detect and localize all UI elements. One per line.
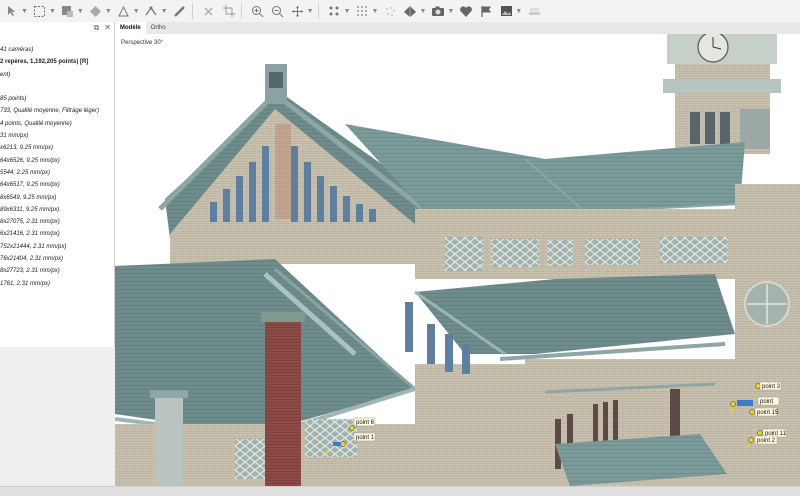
tree-item[interactable]: [0, 81, 114, 93]
move-button[interactable]: ▼: [290, 1, 314, 21]
close-panel-icon[interactable]: ✕: [104, 23, 111, 33]
fill-tool-button[interactable]: ▼: [88, 1, 112, 21]
zoom-in-button[interactable]: [250, 1, 266, 21]
tree-item[interactable]: x6213, 9.25 mm/px): [0, 142, 114, 154]
vertex-icon: [402, 3, 418, 19]
zoom-in-icon: [250, 3, 266, 19]
dense-cloud-button[interactable]: ▼: [355, 1, 379, 21]
dots-grid-icon: [355, 3, 371, 19]
navigation-tool-button[interactable]: ▼: [4, 1, 28, 21]
tree-item[interactable]: 41 caméras): [0, 44, 114, 56]
rect-select-button[interactable]: ▼: [32, 1, 56, 21]
tree-item[interactable]: 8x27075, 2.31 mm/px): [0, 216, 114, 228]
paint-tool-button[interactable]: ▼: [60, 1, 84, 21]
chevron-down-icon[interactable]: ▼: [161, 8, 168, 15]
toolbar-separator: [191, 3, 193, 19]
panel-header: ⧉ ✕: [0, 22, 114, 34]
chevron-down-icon[interactable]: ▼: [344, 8, 351, 15]
chevron-down-icon[interactable]: ▼: [105, 8, 112, 15]
tree-item[interactable]: 733, Qualité moyenne, Filtrage léger): [0, 105, 114, 117]
path-icon: [144, 3, 160, 19]
tree-item[interactable]: 76x21404, 2.31 mm/px): [0, 253, 114, 265]
image-icon: [498, 3, 514, 19]
projection-label: Perspective 30°: [121, 40, 164, 46]
tree-item[interactable]: 8x27723, 2.31 mm/px): [0, 265, 114, 277]
dots-icon: [382, 3, 398, 19]
shapes-button[interactable]: [458, 1, 474, 21]
zoom-out-icon: [270, 3, 286, 19]
paint-icon: [60, 3, 76, 19]
points-view-button[interactable]: ▼: [327, 1, 351, 21]
tree-item[interactable]: 2 repères, 1,192,205 points) [R]: [0, 56, 114, 68]
tree-item[interactable]: 85 points): [0, 93, 114, 105]
tree-item[interactable]: 5544, 2.25 mm/px): [0, 167, 114, 179]
crop-icon: [221, 3, 237, 19]
fill-icon: [88, 3, 104, 19]
cameras-button[interactable]: ▼: [430, 1, 454, 21]
markers-button[interactable]: [478, 1, 494, 21]
float-panel-icon[interactable]: ⧉: [94, 23, 100, 33]
chevron-down-icon[interactable]: ▼: [419, 8, 426, 15]
cursor-icon: [4, 3, 20, 19]
layers-button[interactable]: [526, 1, 542, 21]
chevron-down-icon[interactable]: ▼: [21, 8, 28, 15]
tree-item[interactable]: 64x6526, 9.25 mm/px): [0, 155, 114, 167]
tree-item[interactable]: 6x21416, 2.31 mm/px): [0, 228, 114, 240]
ruler-icon: [172, 3, 188, 19]
tree-item[interactable]: 64x6517, 9.25 mm/px): [0, 179, 114, 191]
tree-item[interactable]: 31 mm/px): [0, 130, 114, 142]
chevron-down-icon[interactable]: ▼: [447, 8, 454, 15]
zoom-out-button[interactable]: [270, 1, 286, 21]
chevron-down-icon[interactable]: ▼: [307, 8, 314, 15]
move-icon: [290, 3, 306, 19]
rect-select-icon: [32, 3, 48, 19]
ruler-button[interactable]: [172, 1, 188, 21]
shape-select-icon: [116, 3, 132, 19]
tree-item[interactable]: 752x21444, 2.31 mm/px): [0, 241, 114, 253]
church-model-render: [115, 34, 800, 486]
chevron-down-icon[interactable]: ▼: [133, 8, 140, 15]
tree-item[interactable]: 89x6311, 9.25 mm/px): [0, 204, 114, 216]
workspace-tree: 41 caméras) 2 repères, 1,192,205 points) …: [0, 44, 114, 290]
path-tool-button[interactable]: ▼: [144, 1, 168, 21]
crop-button[interactable]: [221, 1, 237, 21]
layers-icon: [526, 3, 542, 19]
close-icon: [201, 3, 217, 19]
chevron-down-icon[interactable]: ▼: [77, 8, 84, 15]
shape-select-button[interactable]: ▼: [116, 1, 140, 21]
camera-icon: [430, 3, 446, 19]
toolbar-separator: [240, 3, 242, 19]
close-button[interactable]: [201, 1, 217, 21]
tie-points-button[interactable]: [382, 1, 398, 21]
tree-item[interactable]: 4 points, Qualité moyenne): [0, 118, 114, 130]
toolbar-separator: [317, 3, 319, 19]
model-viewport[interactable]: Perspective 30° point 6 point 1 point 3 …: [115, 34, 800, 486]
tab-ortho[interactable]: Ortho: [146, 22, 171, 34]
tree-item[interactable]: 1761, 2.31 mm/px): [0, 278, 114, 290]
workspace-panel: ⧉ ✕ 41 caméras) 2 repères, 1,192,205 poin…: [0, 22, 115, 347]
model-view-button[interactable]: ▼: [402, 1, 426, 21]
heart-icon: [458, 3, 474, 19]
tab-model[interactable]: Modèle: [115, 22, 146, 34]
tree-item[interactable]: ent): [0, 69, 114, 81]
chevron-down-icon[interactable]: ▼: [49, 8, 56, 15]
points-grid-icon: [327, 3, 343, 19]
chevron-down-icon[interactable]: ▼: [515, 8, 522, 15]
image-button[interactable]: ▼: [498, 1, 522, 21]
panel-empty-area: [0, 347, 114, 495]
flag-icon: [478, 3, 494, 19]
view-tabs: Modèle Ortho: [115, 22, 800, 34]
main-toolbar: ▼ ▼ ▼ ▼ ▼ ▼ ▼ ▼ ▼ ▼ ▼ ▼: [0, 0, 800, 23]
chevron-down-icon[interactable]: ▼: [372, 8, 379, 15]
tree-item[interactable]: 8x6549, 9.25 mm/px): [0, 192, 114, 204]
